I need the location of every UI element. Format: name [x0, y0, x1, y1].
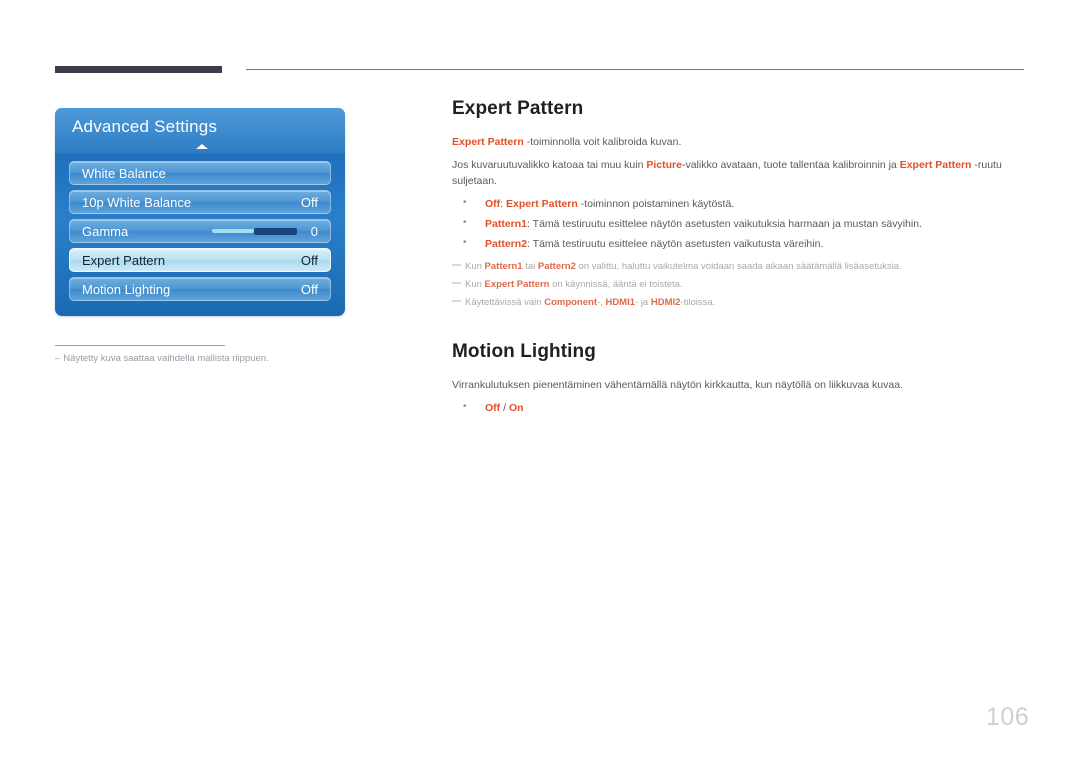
list-item: Off / On [452, 399, 1027, 416]
expert-pattern-option-list: Off: Expert Pattern -toiminnon poistamin… [452, 195, 1027, 252]
text: - ja [635, 297, 651, 308]
osd-menu-panel: Advanced Settings White Balance 10p Whit… [55, 108, 345, 316]
keyword: Expert Pattern [452, 136, 524, 148]
keyword: Pattern2 [537, 261, 576, 272]
text: tai [522, 261, 538, 272]
text: -toiminnon poistaminen käytöstä. [577, 198, 735, 210]
note-item: Käytettävissä vain Component-, HDMI1- ja… [452, 295, 1027, 310]
text: Kun [465, 279, 485, 290]
osd-row-value: Off [300, 252, 318, 268]
text: on käynnissä, ääntä ei toisteta. [549, 279, 683, 290]
osd-row-label: Expert Pattern [82, 252, 166, 268]
text: / [500, 402, 509, 414]
caption-dash: – [55, 353, 61, 364]
osd-row-value: Off [300, 281, 318, 297]
text: -valikko avataan, tuote tallentaa kalibr… [681, 159, 900, 171]
caption-divider [55, 345, 225, 346]
keyword: Pattern1 [485, 218, 528, 230]
gamma-slider-track-right [253, 227, 297, 235]
list-item: Off: Expert Pattern -toiminnon poistamin… [452, 195, 1027, 212]
keyword: Expert Pattern [484, 279, 550, 290]
osd-row-value: 0 [310, 223, 318, 239]
list-item: Pattern2: Tämä testiruutu esittelee näyt… [452, 235, 1027, 252]
osd-menu-list: White Balance 10p White Balance Off Gamm… [69, 161, 331, 306]
text: -tiloissa. [680, 297, 716, 308]
note-item: Kun Expert Pattern on käynnissä, ääntä e… [452, 277, 1027, 292]
keyword: Off [485, 198, 501, 210]
text: Jos kuvaruutuvalikko katoaa tai muu kuin [452, 159, 647, 171]
osd-row-motion-lighting[interactable]: Motion Lighting Off [69, 277, 331, 301]
keyword: Expert Pattern [899, 159, 972, 171]
osd-row-label: 10p White Balance [82, 194, 192, 210]
text: Tämä testiruutu esittelee näytön asetust… [532, 218, 922, 230]
gamma-slider-track-left [211, 229, 254, 233]
expert-pattern-intro-line-1: Expert Pattern -toiminnolla voit kalibro… [452, 134, 1027, 150]
list-item: Pattern1: Tämä testiruutu esittelee näyt… [452, 215, 1027, 232]
caption-text: Näytetty kuva saattaa vaihdella mallista… [63, 353, 269, 364]
section-heading-motion-lighting: Motion Lighting [452, 341, 596, 362]
note-item: Kun Pattern1 tai Pattern2 on valittu, ha… [452, 259, 1027, 274]
text: Käytettävissä vain [465, 297, 545, 308]
text: on valittu, haluttu vaikutelma voidaan s… [575, 261, 902, 272]
section-heading-expert-pattern: Expert Pattern [452, 98, 584, 119]
osd-panel-title: Advanced Settings [72, 117, 218, 136]
text: Kun [465, 261, 485, 272]
keyword: HDMI2 [650, 297, 681, 308]
osd-row-expert-pattern[interactable]: Expert Pattern Off [69, 248, 331, 272]
osd-row-white-balance[interactable]: White Balance [69, 161, 331, 185]
text: Tämä testiruutu esittelee näytön asetust… [532, 238, 824, 250]
image-caption-note: – Näytetty kuva saattaa vaihdella mallist… [55, 352, 385, 366]
keyword: HDMI1 [605, 297, 636, 308]
caret-up-icon [196, 144, 208, 149]
page-number: 106 [986, 703, 1030, 731]
osd-row-gamma[interactable]: Gamma 0 [69, 219, 331, 243]
gamma-slider[interactable] [211, 227, 297, 235]
expert-pattern-note-list: Kun Pattern1 tai Pattern2 on valittu, ha… [452, 259, 1027, 310]
osd-row-label: Gamma [82, 223, 129, 239]
header-rule-thick [55, 66, 222, 73]
content-column: Expert Pattern Expert Pattern -toiminnol… [452, 98, 1027, 420]
expert-pattern-intro-line-2: Jos kuvaruutuvalikko katoaa tai muu kuin… [452, 157, 1027, 189]
keyword: Pattern2 [485, 238, 528, 250]
keyword: Off [485, 402, 501, 414]
osd-row-10p-white-balance[interactable]: 10p White Balance Off [69, 190, 331, 214]
osd-row-value: Off [300, 194, 318, 210]
motion-lighting-option-list: Off / On [452, 399, 1027, 416]
osd-row-label: Motion Lighting [82, 281, 171, 297]
text: -toiminnolla voit kalibroida kuvan. [523, 136, 682, 148]
osd-row-label: White Balance [82, 165, 166, 181]
keyword: Pattern1 [484, 261, 523, 272]
motion-lighting-description: Virrankulutuksen pienentäminen vähentämä… [452, 379, 903, 391]
keyword: On [508, 402, 524, 414]
keyword: Expert Pattern [506, 198, 578, 210]
keyword: Component [544, 297, 597, 308]
header-rule-thin [246, 69, 1024, 70]
keyword: Picture [646, 159, 682, 171]
